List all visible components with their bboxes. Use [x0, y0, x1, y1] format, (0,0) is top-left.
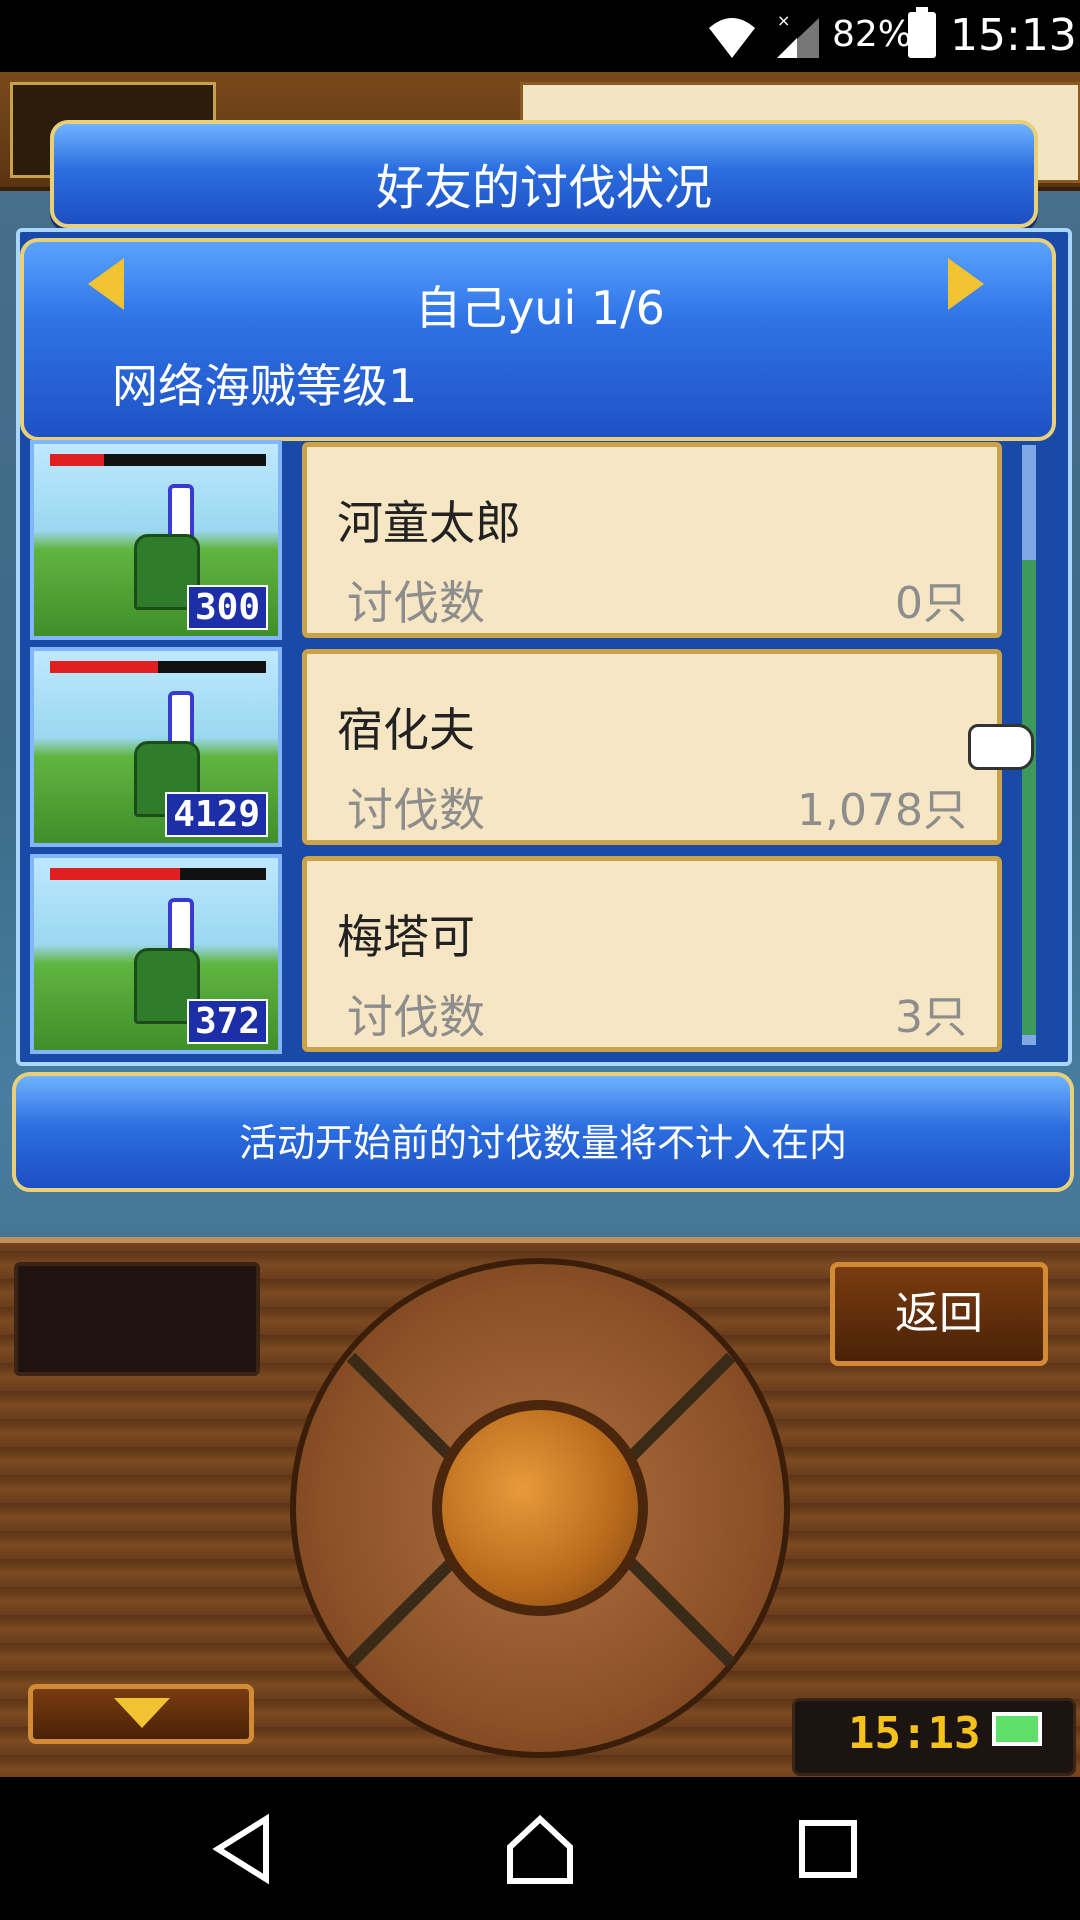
- footer-note-bar: 活动开始前的讨伐数量将不计入在内: [12, 1072, 1074, 1192]
- back-button[interactable]: 返回: [830, 1262, 1048, 1366]
- game-clock: 15:13: [848, 1708, 981, 1759]
- list-item[interactable]: 4129 宿化夫 讨伐数 1,078只: [30, 647, 1020, 847]
- thumbnail-number: 300: [186, 585, 268, 630]
- list-item[interactable]: 300 河童太郎 讨伐数 0只: [30, 440, 1020, 640]
- monster-thumbnail: 4129: [30, 647, 282, 847]
- arrow-right-icon[interactable]: [948, 258, 984, 310]
- nav-home-icon[interactable]: [498, 1807, 582, 1891]
- page-title: 好友的讨伐状况: [375, 160, 712, 216]
- friend-rank: 网络海贼等级1: [112, 359, 418, 413]
- battery-icon: [992, 1712, 1042, 1746]
- status-time: 15:13: [950, 10, 1077, 61]
- monster-thumbnail: 372: [30, 854, 282, 1054]
- hp-bar: [50, 454, 266, 466]
- defeat-label: 讨伐数: [347, 576, 485, 630]
- hp-bar: [50, 868, 266, 880]
- monster-card[interactable]: 宿化夫 讨伐数 1,078只: [302, 649, 1002, 845]
- footer-note: 活动开始前的讨伐数量将不计入在内: [238, 1121, 847, 1165]
- monster-thumbnail: 300: [30, 440, 282, 640]
- nav-back-icon[interactable]: [200, 1807, 284, 1891]
- scrollbar-thumb[interactable]: [1022, 560, 1036, 1035]
- defeat-count: 1,078只: [797, 785, 967, 836]
- wifi-icon: [709, 18, 755, 58]
- status-bar: × 82% 15:13: [0, 0, 1080, 72]
- defeat-label: 讨伐数: [347, 783, 485, 837]
- defeat-count: 0只: [895, 578, 967, 629]
- monster-name: 河童太郎: [337, 496, 521, 550]
- battery-icon: [908, 7, 936, 58]
- down-arrow-icon: [114, 1698, 170, 1728]
- friend-name: 自己yui 1/6: [415, 281, 665, 335]
- monster-name: 梅塔可: [337, 910, 475, 964]
- mini-screen: [14, 1262, 260, 1376]
- title-bar: 好友的讨伐状况: [50, 120, 1038, 228]
- dpad-center-button[interactable]: [432, 1400, 648, 1616]
- arrow-left-icon[interactable]: [88, 258, 124, 310]
- defeat-label: 讨伐数: [347, 990, 485, 1044]
- monster-card[interactable]: 梅塔可 讨伐数 3只: [302, 856, 1002, 1052]
- pointer-hand-icon: [968, 724, 1034, 770]
- thumbnail-number: 4129: [165, 792, 268, 837]
- hp-bar: [50, 661, 266, 673]
- navigation-bar: [0, 1777, 1080, 1920]
- list-item[interactable]: 372 梅塔可 讨伐数 3只: [30, 854, 1020, 1054]
- svg-text:×: ×: [777, 12, 790, 30]
- monster-list: 300 河童太郎 讨伐数 0只 4129 宿化夫 讨伐数 1,078只 372: [30, 440, 1020, 1054]
- thumbnail-number: 372: [186, 999, 268, 1044]
- defeat-count: 3只: [895, 992, 967, 1043]
- monster-card[interactable]: 河童太郎 讨伐数 0只: [302, 442, 1002, 638]
- battery-percent: 82%: [832, 14, 913, 55]
- signal-icon: ×: [777, 12, 819, 58]
- nav-recents-icon[interactable]: [786, 1807, 870, 1891]
- monster-name: 宿化夫: [337, 703, 475, 757]
